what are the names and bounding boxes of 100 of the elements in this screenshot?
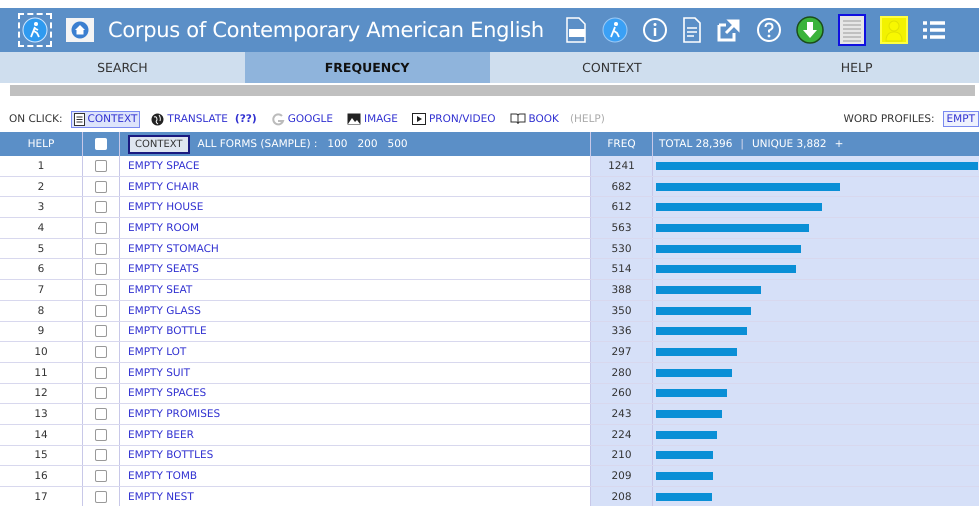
on-click-option[interactable]: BOOK [506, 111, 562, 127]
collocate-link[interactable]: EMPTY TOMB [128, 470, 198, 482]
tour-button[interactable] [18, 13, 52, 47]
row-checkbox[interactable] [95, 490, 107, 503]
on-click-label: ON CLICK: [9, 113, 62, 125]
frequency-value: 336 [611, 325, 632, 338]
row-checkbox[interactable] [95, 304, 107, 317]
collocate-link[interactable]: EMPTY BOTTLE [128, 325, 207, 338]
row-number: 2 [38, 180, 44, 193]
row-number: 1 [38, 160, 44, 172]
row-checkbox[interactable] [95, 449, 107, 462]
frequency-value: 514 [611, 263, 632, 276]
walking-person-icon[interactable] [602, 17, 628, 43]
row-number: 15 [34, 449, 48, 462]
row-number: 14 [34, 428, 48, 441]
collocate-link[interactable]: EMPTY LOT [128, 346, 186, 358]
row-checkbox[interactable] [95, 263, 107, 276]
frequency-value: 209 [611, 470, 632, 482]
row-number: 10 [34, 346, 48, 358]
on-click-option[interactable]: PRON/VIDEO [408, 111, 498, 127]
freq-header: FREQ [607, 138, 636, 150]
on-click-option[interactable]: TRANSLATE (??) [148, 110, 260, 128]
frequency-value: 210 [611, 449, 632, 462]
row-number: 16 [34, 470, 48, 482]
on-click-option[interactable]: IMAGE [344, 111, 401, 127]
collocate-link[interactable]: EMPTY SPACE [128, 160, 200, 172]
row-number: 9 [38, 325, 44, 338]
help-icon[interactable] [756, 17, 782, 43]
select-all-checkbox[interactable] [95, 138, 107, 150]
collocate-link[interactable]: EMPTY SPACES [128, 387, 206, 400]
collocate-link[interactable]: EMPTY PROMISES [128, 408, 220, 420]
collocate-link[interactable]: EMPTY CHAIR [128, 180, 199, 193]
frequency-value: 350 [611, 304, 632, 317]
row-checkbox[interactable] [95, 325, 107, 338]
context-button[interactable]: CONTEXT [128, 134, 190, 154]
collocate-link[interactable]: EMPTY HOUSE [128, 201, 204, 214]
row-checkbox[interactable] [95, 346, 107, 358]
row-number: 8 [38, 304, 44, 317]
walking-person-icon [22, 17, 48, 43]
on-click-option[interactable]: CONTEXT [70, 110, 140, 128]
newspaper-icon[interactable] [838, 14, 866, 46]
nav-tab[interactable]: FREQUENCY [244, 52, 490, 83]
unique-count: UNIQUE 3,882 [752, 138, 827, 150]
nav-tab[interactable]: HELP [734, 52, 979, 83]
info-icon[interactable] [642, 17, 668, 43]
collocate-link[interactable]: EMPTY SEATS [128, 263, 199, 276]
word-profiles-label: WORD PROFILES: [843, 113, 935, 125]
row-checkbox[interactable] [95, 408, 107, 420]
separator: | [740, 138, 744, 150]
document-icon [74, 112, 84, 126]
row-checkbox[interactable] [95, 222, 107, 234]
collocate-link[interactable]: EMPTY ROOM [128, 222, 200, 234]
document-icon[interactable] [682, 17, 702, 43]
corpus-title: Corpus of Contemporary American English [108, 18, 544, 42]
collocate-link[interactable]: EMPTY BOTTLES [128, 449, 214, 462]
row-checkbox[interactable] [95, 242, 107, 255]
row-number: 5 [38, 242, 44, 255]
frequency-value: 297 [611, 346, 632, 358]
row-checkbox[interactable] [95, 201, 107, 214]
on-click-option[interactable]: GOOGLE [268, 110, 336, 128]
row-number: 3 [38, 201, 44, 214]
row-number: 11 [34, 366, 48, 379]
frequency-value: 280 [611, 366, 632, 379]
frequency-value: 260 [611, 387, 632, 400]
row-checkbox[interactable] [95, 366, 107, 379]
menu-icon[interactable] [922, 20, 946, 40]
row-number: 13 [34, 408, 48, 420]
collocate-link[interactable]: EMPTY GLASS [128, 304, 201, 317]
frequency-value: 224 [611, 428, 632, 441]
frequency-value: 388 [611, 284, 632, 296]
row-checkbox[interactable] [95, 284, 107, 296]
row-checkbox[interactable] [95, 160, 107, 172]
collocate-link[interactable]: EMPTY SEAT [128, 284, 192, 296]
frequency-value: 682 [611, 180, 632, 193]
row-checkbox[interactable] [95, 470, 107, 482]
play-icon [412, 113, 426, 125]
word-profile-button[interactable]: EMPT [942, 111, 979, 127]
nav-tab[interactable]: CONTEXT [490, 52, 734, 83]
download-icon[interactable] [796, 16, 824, 44]
total-count: TOTAL 28,396 [659, 138, 732, 150]
nav-tab[interactable]: SEARCH [0, 52, 245, 83]
row-checkbox[interactable] [95, 387, 107, 400]
home-button[interactable] [66, 18, 94, 42]
row-number: 7 [38, 284, 44, 296]
image-icon [347, 113, 361, 125]
row-checkbox[interactable] [95, 428, 107, 441]
collocate-link[interactable]: EMPTY BEER [128, 428, 194, 441]
book-icon [510, 113, 526, 125]
collocate-link[interactable]: EMPTY NEST [128, 490, 194, 503]
frequency-value: 208 [611, 490, 632, 503]
home-icon [71, 21, 89, 39]
external-link-icon[interactable] [716, 17, 742, 43]
row-number: 17 [34, 490, 48, 503]
collocate-link[interactable]: EMPTY SUIT [128, 366, 190, 379]
row-checkbox[interactable] [95, 180, 107, 193]
collocate-link[interactable]: EMPTY STOMACH [128, 242, 219, 255]
swirl-icon [270, 112, 285, 126]
frequency-value: 563 [611, 222, 632, 234]
all-forms-label: ALL FORMS (SAMPLE) : [198, 138, 318, 150]
frequency-value: 530 [611, 242, 632, 255]
